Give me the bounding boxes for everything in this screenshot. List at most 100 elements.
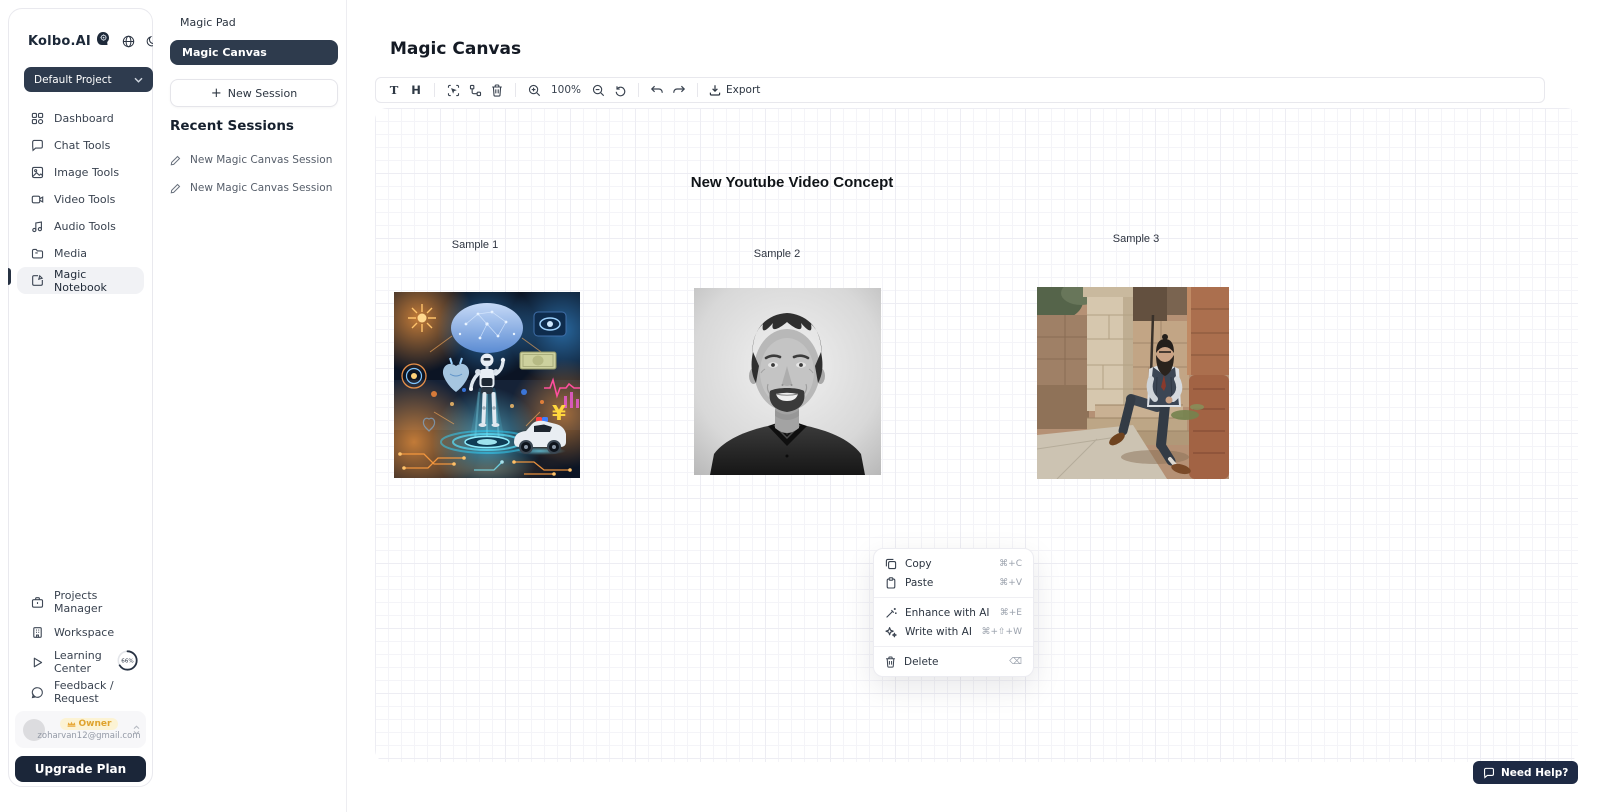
context-menu-divider xyxy=(874,646,1033,647)
context-menu-item-paste[interactable]: Paste ⌘+V xyxy=(874,573,1033,592)
undo-button[interactable] xyxy=(646,80,668,100)
redo-icon xyxy=(672,84,686,96)
sidebar-item-video-tools[interactable]: Video Tools xyxy=(17,186,144,213)
sample-1-label[interactable]: Sample 1 xyxy=(425,239,525,251)
new-session-label: New Session xyxy=(228,87,297,100)
context-menu-label: Paste xyxy=(905,577,933,589)
zoom-out-button[interactable] xyxy=(587,80,609,100)
context-menu-label: Write with AI xyxy=(905,626,972,638)
page-title: Magic Canvas xyxy=(390,39,521,59)
sidebar-item-label: Workspace xyxy=(54,626,114,639)
connector-icon xyxy=(469,84,482,97)
svg-text:¥: ¥ xyxy=(552,401,566,425)
sidebar-item-image-tools[interactable]: Image Tools xyxy=(17,159,144,186)
sidebar-item-audio-tools[interactable]: Audio Tools xyxy=(17,213,144,240)
sessions-panel: Magic Pad Magic Canvas + New Session Rec… xyxy=(153,0,347,812)
sample-1-image-ai-robot-collage[interactable]: ¥ xyxy=(394,292,580,478)
rotate-ccw-icon xyxy=(614,84,627,97)
sample-3-label[interactable]: Sample 3 xyxy=(1086,233,1186,245)
zoom-in-icon xyxy=(528,84,541,97)
sidebar-item-projects-manager[interactable]: Projects Manager xyxy=(17,587,144,617)
sample-3-image-man-on-ruins[interactable] xyxy=(1037,287,1229,479)
session-list-item[interactable]: New Magic Canvas Session xyxy=(170,174,336,202)
sidebar-item-chat-tools[interactable]: Chat Tools xyxy=(17,132,144,159)
context-menu-label: Copy xyxy=(905,558,932,570)
sidebar-item-workspace[interactable]: Workspace xyxy=(17,617,144,647)
text-tool-button[interactable]: T xyxy=(383,80,405,100)
sidebar-item-learning-center[interactable]: Learning Center 66% xyxy=(17,647,144,677)
heading-tool-button[interactable]: H xyxy=(405,80,427,100)
magic-notebook-icon xyxy=(31,274,44,287)
language-globe-icon[interactable] xyxy=(122,35,135,48)
paste-icon xyxy=(885,577,897,589)
sidebar-item-feedback[interactable]: Feedback / Request xyxy=(17,677,144,707)
export-button[interactable]: Export xyxy=(705,84,764,96)
active-nav-indicator xyxy=(8,268,11,285)
context-menu: Copy ⌘+C Paste ⌘+V Enhance with AI ⌘+E W… xyxy=(873,548,1034,677)
session-item-label: New Magic Canvas Session xyxy=(190,182,332,194)
need-help-label: Need Help? xyxy=(1501,767,1568,779)
sidebar-item-dashboard[interactable]: Dashboard xyxy=(17,105,144,132)
recent-sessions-heading: Recent Sessions xyxy=(170,118,294,134)
project-selector-label: Default Project xyxy=(34,74,112,86)
crown-icon xyxy=(67,720,76,728)
image-icon xyxy=(31,166,44,179)
toolbar-divider xyxy=(515,83,516,97)
sidebar-item-label: Chat Tools xyxy=(54,139,110,152)
sparkles-icon xyxy=(885,626,897,638)
shortcut-hint: ⌘+C xyxy=(999,559,1022,569)
session-item-label: New Magic Canvas Session xyxy=(190,154,332,166)
select-icon xyxy=(447,84,460,97)
toolbar-divider xyxy=(697,83,698,97)
copy-icon xyxy=(885,558,897,570)
zoom-level: 100% xyxy=(551,84,581,96)
reset-view-button[interactable] xyxy=(609,80,631,100)
sidebar-item-label: Projects Manager xyxy=(54,589,138,615)
sidebar-item-media[interactable]: Media xyxy=(17,240,144,267)
session-list-item[interactable]: New Magic Canvas Session xyxy=(170,146,336,174)
delete-tool-button[interactable] xyxy=(486,80,508,100)
briefcase-icon xyxy=(31,596,44,609)
tab-magic-canvas-label: Magic Canvas xyxy=(182,46,267,59)
plus-icon: + xyxy=(211,87,222,100)
zoom-in-button[interactable] xyxy=(523,80,545,100)
play-icon xyxy=(31,656,44,669)
sidebar-bottom-nav: Projects Manager Workspace Learning Cent… xyxy=(17,587,144,707)
toolbar-divider xyxy=(434,83,435,97)
export-label: Export xyxy=(726,84,760,96)
owner-role-badge: Owner xyxy=(60,718,119,730)
new-session-button[interactable]: + New Session xyxy=(170,79,338,107)
sidebar-item-magic-notebook[interactable]: Magic Notebook xyxy=(17,267,144,294)
learning-progress-value: 66% xyxy=(121,659,133,665)
sidebar-item-label: Media xyxy=(54,247,87,260)
audio-icon xyxy=(31,220,44,233)
sample-2-image-bw-portrait[interactable] xyxy=(694,288,881,475)
project-selector[interactable]: Default Project xyxy=(24,67,153,92)
connector-tool-button[interactable] xyxy=(464,80,486,100)
redo-button[interactable] xyxy=(668,80,690,100)
select-tool-button[interactable] xyxy=(442,80,464,100)
user-account-card[interactable]: Owner zoharvan12@gmail.com xyxy=(15,711,146,748)
sidebar-item-label: Image Tools xyxy=(54,166,119,179)
sample-2-label[interactable]: Sample 2 xyxy=(727,248,827,260)
building-icon xyxy=(31,626,44,639)
context-menu-label: Enhance with AI xyxy=(905,607,990,619)
context-menu-item-delete[interactable]: Delete ⌫ xyxy=(874,652,1033,671)
context-menu-item-write-with-ai[interactable]: Write with AI ⌘+⇧+W xyxy=(874,622,1033,641)
feedback-icon xyxy=(31,686,44,699)
upgrade-plan-button[interactable]: Upgrade Plan xyxy=(15,756,146,782)
shortcut-hint: ⌘+⇧+W xyxy=(981,627,1022,637)
video-icon xyxy=(31,193,44,206)
tab-magic-canvas[interactable]: Magic Canvas xyxy=(170,40,338,65)
brand-row: Kolbo.AI xyxy=(28,31,142,51)
canvas-title-text[interactable]: New Youtube Video Concept xyxy=(542,174,1042,191)
need-help-button[interactable]: Need Help? xyxy=(1473,761,1578,784)
context-menu-item-enhance-with-ai[interactable]: Enhance with AI ⌘+E xyxy=(874,603,1033,622)
tab-magic-pad[interactable]: Magic Pad xyxy=(180,16,236,29)
shortcut-hint: ⌫ xyxy=(1009,657,1022,667)
context-menu-item-copy[interactable]: Copy ⌘+C xyxy=(874,554,1033,573)
zoom-out-icon xyxy=(592,84,605,97)
sidebar-item-label: Audio Tools xyxy=(54,220,116,233)
sidebar-item-label: Feedback / Request xyxy=(54,679,138,705)
canvas-toolbar: T H 100% Export xyxy=(375,77,1545,103)
